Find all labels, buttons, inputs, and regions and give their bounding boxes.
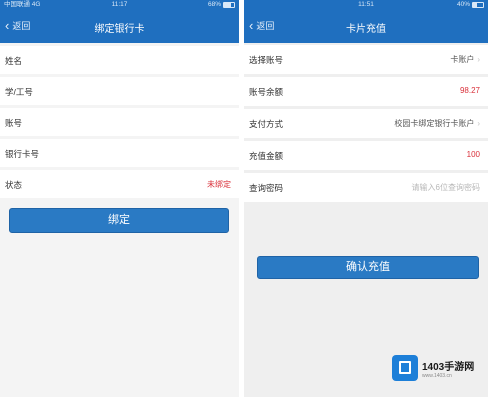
box-logo-icon (392, 355, 418, 381)
field-label: 账号余额 (249, 87, 284, 97)
field-label: 银行卡号 (5, 149, 40, 159)
field-label: 状态 (5, 180, 23, 190)
status-bar: 中国联通 4G 11:17 68% (0, 0, 239, 10)
page-title: 卡片充值 (346, 24, 386, 35)
field-label: 查询密码 (249, 183, 284, 193)
watermark-brand: 1403手游网 (422, 361, 475, 373)
status-bar: 11:51 40% (244, 0, 488, 10)
battery-icon (472, 2, 484, 8)
student-id-field[interactable]: 学/工号 (0, 77, 239, 105)
site-watermark: 1403手游网 www.1403.cn (392, 350, 482, 386)
balance-row: 账号余额 98.27 (244, 77, 488, 106)
card-recharge-screen: 11:51 40% ‹ 返回 卡片充值 选择账号 卡账户 › 账号余额 98.27… (244, 0, 488, 397)
battery-percent: 40% (456, 1, 470, 8)
payment-method-value: 校园卡绑定银行卡账户 (394, 119, 475, 128)
field-label: 姓名 (5, 56, 23, 66)
recharge-amount-value: 100 (466, 150, 480, 159)
field-label: 支付方式 (249, 119, 284, 129)
status-time: 11:17 (111, 1, 128, 8)
battery-percent: 68% (207, 1, 221, 8)
query-password-field[interactable]: 查询密码 请输入6位查询密码 (244, 173, 488, 202)
balance-value: 98.27 (459, 86, 480, 95)
recharge-amount-field[interactable]: 充值金额 100 (244, 141, 488, 170)
bind-bank-card-screen: 中国联通 4G 11:17 68% ‹ 返回 绑定银行卡 姓名 学/工号 账号 … (0, 0, 239, 397)
field-label: 账号 (5, 118, 23, 128)
page-title: 绑定银行卡 (94, 24, 145, 35)
nav-bar: ‹ 返回 卡片充值 (244, 10, 488, 43)
account-select-value: 卡账户 (450, 55, 475, 64)
bind-button[interactable]: 绑定 (9, 208, 229, 233)
bind-form: 姓名 学/工号 账号 银行卡号 状态 未绑定 (0, 43, 239, 198)
watermark-url: www.1403.cn (422, 372, 452, 379)
bank-card-number-field[interactable]: 银行卡号 (0, 139, 239, 167)
password-placeholder: 请输入6位查询密码 (411, 183, 480, 192)
nav-bar: ‹ 返回 绑定银行卡 (0, 10, 239, 43)
chevron-right-icon: › (477, 119, 480, 128)
field-label: 充值金额 (249, 151, 284, 161)
recharge-form: 选择账号 卡账户 › 账号余额 98.27 支付方式 校园卡绑定银行卡账户 › 充值… (244, 43, 488, 202)
select-account-row[interactable]: 选择账号 卡账户 › (244, 45, 488, 74)
payment-method-row[interactable]: 支付方式 校园卡绑定银行卡账户 › (244, 109, 488, 138)
status-row: 状态 未绑定 (0, 170, 239, 198)
field-label: 学/工号 (5, 87, 33, 97)
account-field[interactable]: 账号 (0, 108, 239, 136)
name-field[interactable]: 姓名 (0, 46, 239, 74)
status-time: 11:51 (358, 1, 374, 8)
confirm-recharge-button[interactable]: 确认充值 (257, 256, 479, 279)
field-label: 选择账号 (249, 55, 284, 65)
battery-icon (223, 2, 235, 8)
chevron-right-icon: › (477, 55, 480, 64)
status-badge: 未绑定 (207, 180, 231, 189)
